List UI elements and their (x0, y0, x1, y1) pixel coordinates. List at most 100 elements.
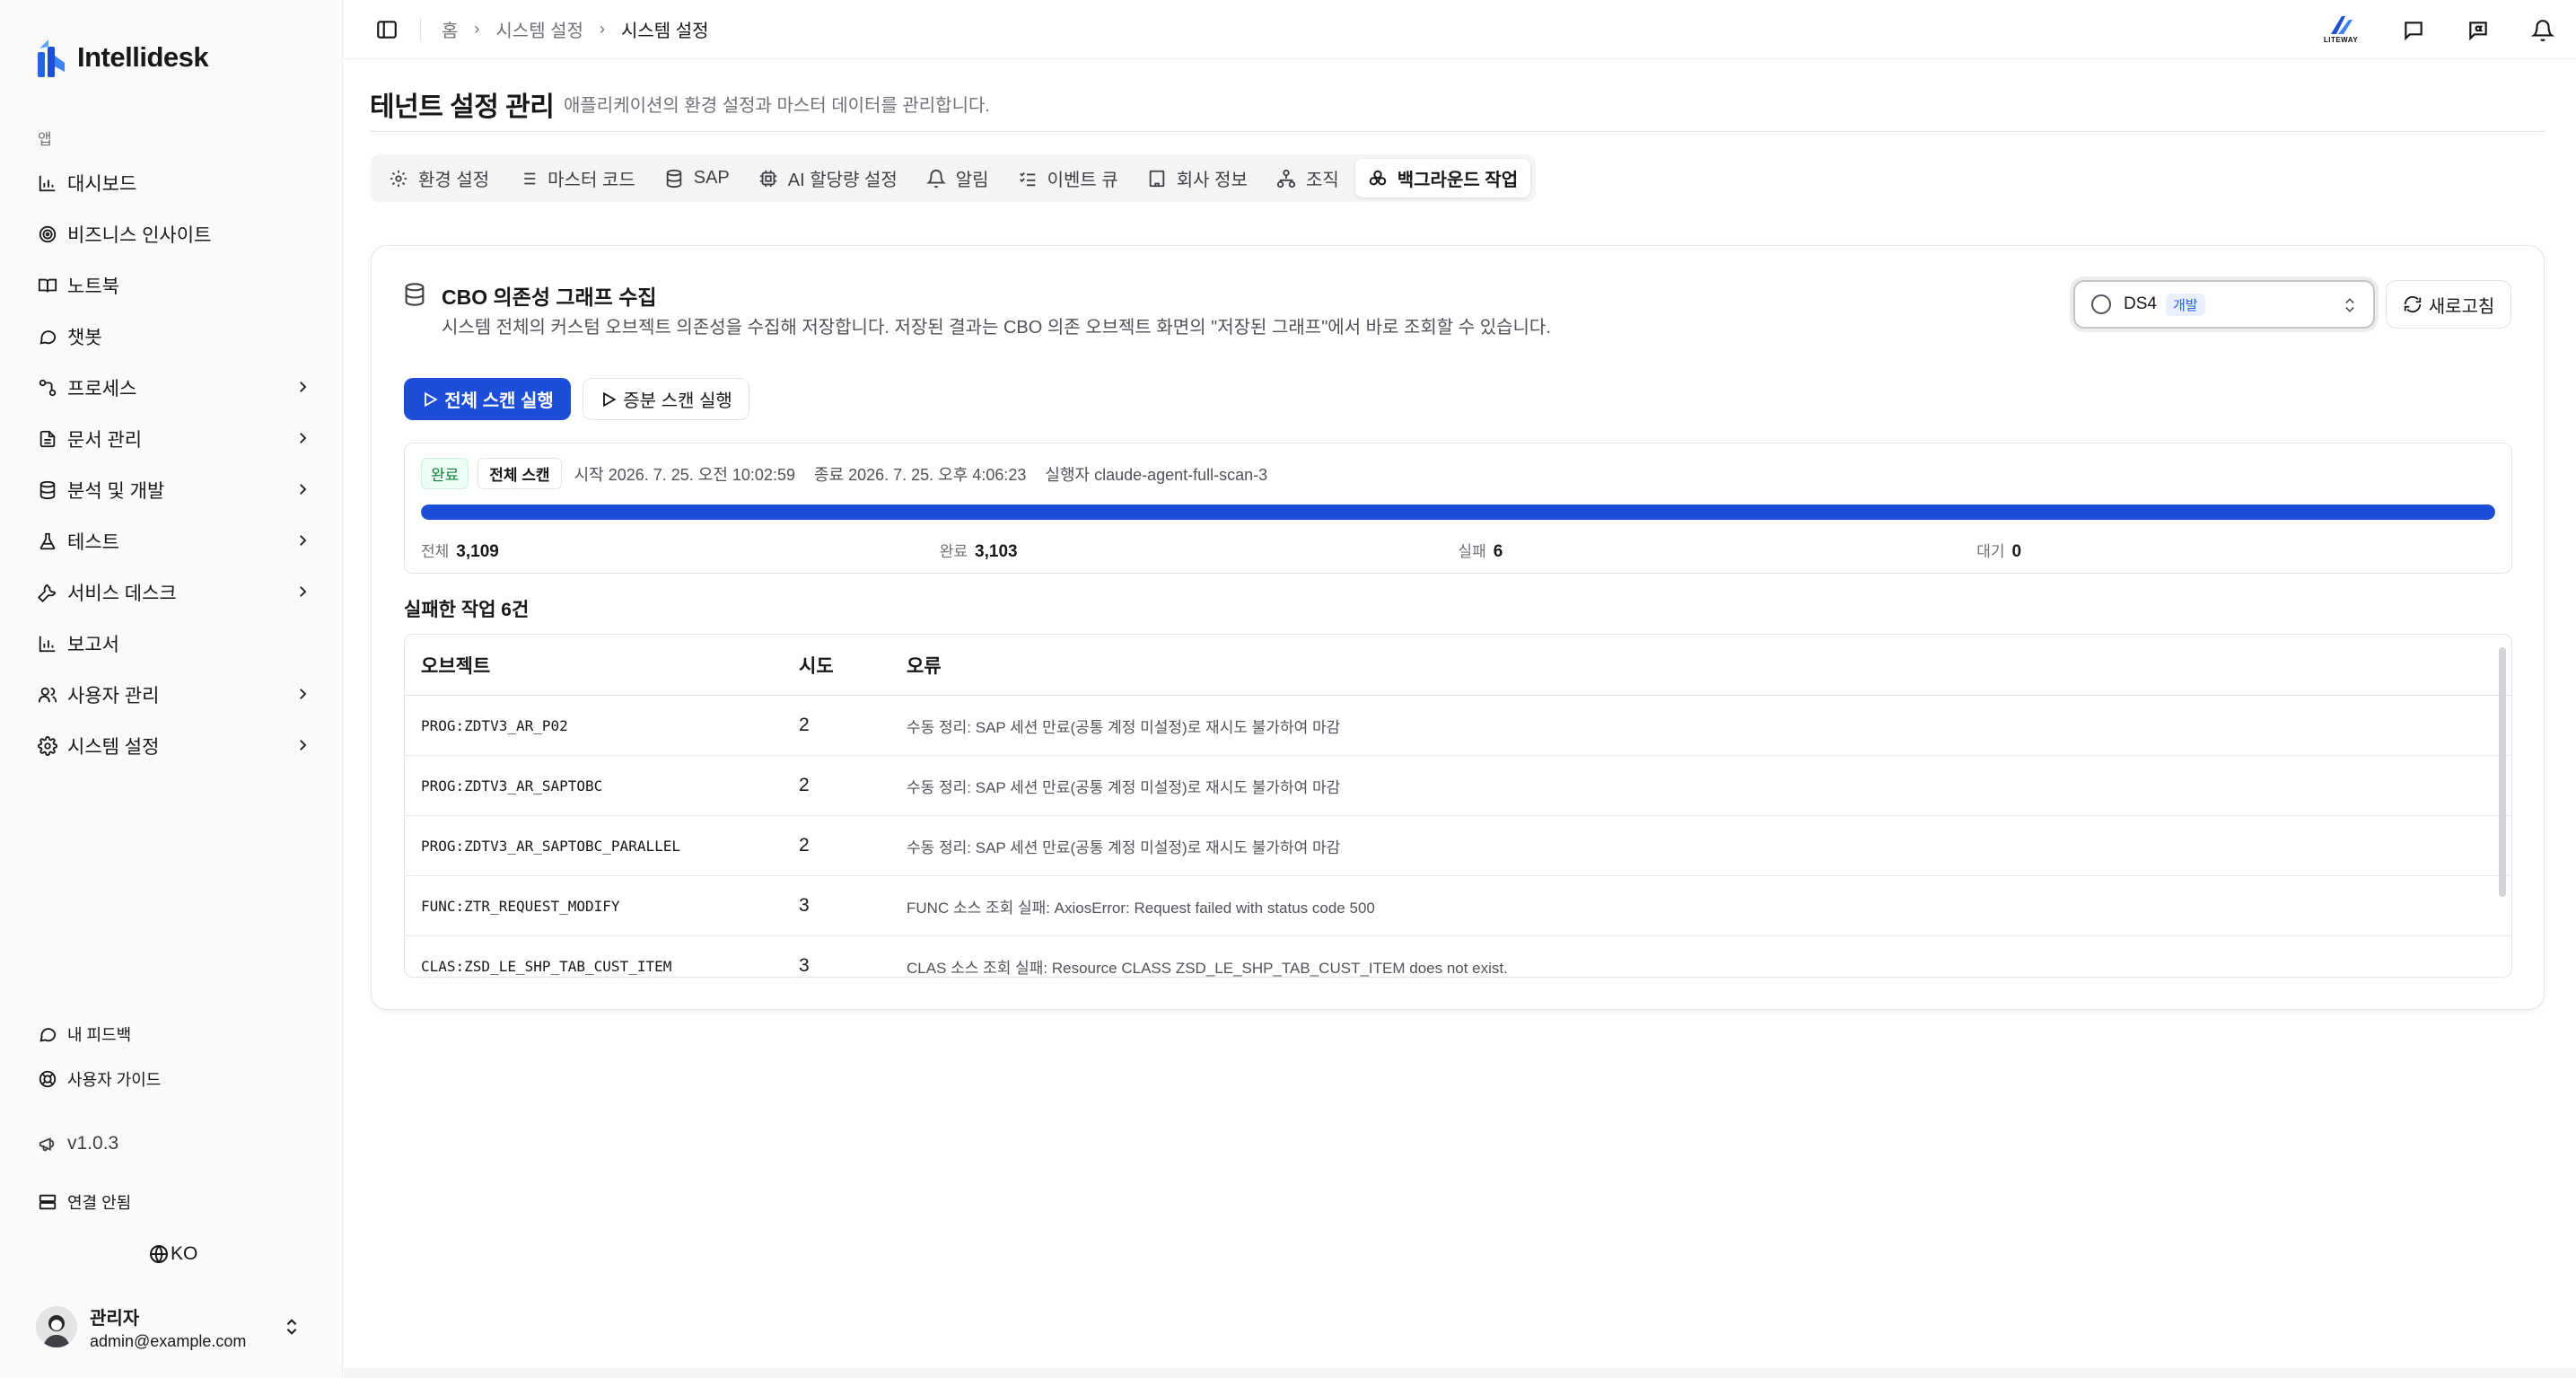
stat-failed: 실패 6 (1459, 539, 1977, 562)
message-icon[interactable] (2402, 19, 2425, 42)
app-name: Intellidesk (77, 41, 209, 73)
sidebar-item-notebook[interactable]: 노트북 (25, 259, 321, 311)
sidebar-item-analysis-dev[interactable]: 분석 및 개발 (25, 464, 321, 515)
language-switcher[interactable]: KO (148, 1243, 197, 1265)
tab-sap[interactable]: SAP (652, 159, 742, 197)
sidebar-item-user-management[interactable]: 사용자 관리 (25, 669, 321, 720)
chevron-right-icon (300, 484, 307, 495)
scan-start-time: 시작 2026. 7. 25. 오전 10:02:59 (574, 465, 795, 484)
tab-event-queue[interactable]: 이벤트 큐 (1005, 159, 1131, 197)
server-icon (39, 1194, 57, 1210)
tab-environment[interactable]: 환경 설정 (376, 159, 502, 197)
tab-ai-quota[interactable]: AI 할당량 설정 (746, 159, 910, 197)
attempts-cell: 2 (799, 715, 810, 735)
column-header-error: 오류 (907, 655, 942, 677)
user-email: admin@example.com (90, 1331, 247, 1350)
chat-icon (39, 1028, 57, 1042)
partner-logo-text: LITEWAY (2323, 36, 2359, 44)
object-cell: PROG:ZDTV3_AR_SAPTOBC_PARALLEL (421, 837, 680, 855)
tab-background-jobs[interactable]: 백그라운드 작업 (1354, 159, 1531, 197)
version-info[interactable]: v1.0.3 (38, 1133, 118, 1154)
my-feedback-label: 내 피드백 (67, 1026, 132, 1044)
feedback-flag-icon[interactable] (2466, 19, 2490, 42)
incremental-scan-button[interactable]: 증분 스캔 실행 (583, 378, 749, 420)
workflow-icon (39, 379, 57, 396)
stat-label: 실패 (1458, 543, 1486, 560)
tab-company-info[interactable]: 회사 정보 (1135, 159, 1260, 197)
bar-chart-icon (39, 175, 56, 191)
tab-organization[interactable]: 조직 (1264, 159, 1352, 197)
system-select-value: DS4 (2124, 294, 2157, 313)
full-scan-button[interactable]: 전체 스캔 실행 (404, 378, 571, 420)
chevron-right-icon (300, 382, 307, 392)
sidebar-item-dashboard[interactable]: 대시보드 (25, 157, 321, 208)
sidebar-item-document-management[interactable]: 문서 관리 (25, 413, 321, 464)
card-description: 시스템 전체의 커스텀 오브젝트 의존성을 수집해 저장합니다. 저장된 결과는… (442, 318, 1551, 338)
table-scrollbar[interactable] (2499, 647, 2506, 897)
user-guide-link[interactable]: 사용자 가이드 (25, 1057, 321, 1102)
chevron-right-icon (300, 740, 307, 750)
flask-icon (39, 532, 56, 549)
user-name: 관리자 (90, 1308, 140, 1329)
sidebar-item-label: 테스트 (67, 531, 119, 553)
page-bottom-strip (344, 1368, 2576, 1378)
tab-label: SAP (693, 168, 730, 188)
org-chart-icon (1276, 169, 1296, 188)
object-cell: PROG:ZDTV3_AR_P02 (421, 716, 568, 734)
app-logo[interactable]: Intellidesk (36, 36, 209, 79)
user-menu[interactable]: 관리자 admin@example.com (36, 1300, 314, 1354)
sidebar-item-business-insight[interactable]: 비즈니스 인사이트 (25, 208, 321, 259)
sidebar-item-chatbot[interactable]: 챗봇 (25, 311, 321, 362)
bell-icon[interactable] (2531, 19, 2554, 42)
refresh-button[interactable]: 새로고침 (2386, 280, 2511, 329)
refresh-icon (2404, 295, 2421, 313)
tab-label: 마스터 코드 (548, 171, 635, 190)
database-icon (39, 480, 56, 499)
breadcrumb-system-settings[interactable]: 시스템 설정 (495, 16, 583, 42)
sidebar-item-system-settings[interactable]: 시스템 설정 (25, 720, 321, 771)
book-icon (38, 278, 57, 293)
chevron-right-icon (300, 586, 307, 597)
topbar-divider (420, 18, 421, 41)
attempts-cell: 3 (799, 955, 810, 976)
error-cell: 수동 정리: SAP 세션 만료(공통 계정 미설정)로 재시도 불가하여 마감 (907, 778, 1341, 796)
version-label: v1.0.3 (67, 1133, 119, 1154)
cbo-graph-card: CBO 의존성 그래프 수집 시스템 전체의 커스텀 오브젝트 의존성을 수집해… (371, 245, 2545, 1010)
sidebar-item-reports[interactable]: 보고서 (25, 618, 321, 669)
scan-stats: 전체 3,109 완료 3,103 실패 6 대기 0 (421, 539, 2495, 562)
building-icon (1149, 170, 1165, 187)
database-icon (666, 169, 681, 188)
play-icon (603, 391, 617, 407)
breadcrumb-home[interactable]: 홈 (442, 16, 458, 42)
stat-value: 6 (1493, 542, 1503, 561)
system-select[interactable]: DS4 개발 (2073, 280, 2375, 329)
refresh-button-label: 새로고침 (2428, 296, 2495, 317)
stat-total: 전체 3,109 (421, 539, 940, 562)
my-feedback-link[interactable]: 내 피드백 (25, 1012, 321, 1057)
sidebar-toggle-icon[interactable] (375, 18, 399, 41)
tab-master-code[interactable]: 마스터 코드 (505, 159, 648, 197)
attempts-cell: 2 (799, 775, 810, 795)
connection-status[interactable]: 연결 안됨 (38, 1190, 131, 1214)
tab-notifications[interactable]: 알림 (914, 159, 1002, 197)
sidebar-item-service-desk[interactable]: 서비스 데스크 (25, 566, 321, 618)
error-cell: FUNC 소스 조회 실패: AxiosError: Request faile… (907, 899, 1375, 917)
error-cell: CLAS 소스 조회 실패: Resource CLASS ZSD_LE_SHP… (907, 959, 1508, 977)
column-header-attempts: 시도 (799, 655, 834, 677)
bar-chart-icon (39, 636, 56, 652)
intellidesk-logo-icon (36, 36, 68, 79)
table-row: CLAS:ZSD_LE_SHP_TAB_CUST_ITEM 3 CLAS 소스 … (405, 936, 2511, 977)
sidebar-item-test[interactable]: 테스트 (25, 515, 321, 566)
scan-type-badge: 전체 스캔 (478, 458, 562, 489)
avatar (36, 1306, 77, 1347)
lifebuoy-icon (39, 1070, 57, 1088)
object-cell: CLAS:ZSD_LE_SHP_TAB_CUST_ITEM (421, 957, 672, 975)
page-description: 애플리케이션의 환경 설정과 마스터 데이터를 관리합니다. (564, 96, 990, 116)
sidebar-item-label: 대시보드 (67, 173, 137, 195)
sidebar-item-label: 사용자 관리 (67, 685, 160, 707)
scan-status-row: 완료 전체 스캔 시작 2026. 7. 25. 오전 10:02:59 종료 … (421, 458, 1282, 489)
sidebar-item-process[interactable]: 프로세스 (25, 362, 321, 413)
user-guide-label: 사용자 가이드 (67, 1071, 162, 1089)
table-row: PROG:ZDTV3_AR_P02 2 수동 정리: SAP 세션 만료(공통 … (405, 696, 2511, 756)
tab-label: 이벤트 큐 (1047, 171, 1118, 190)
